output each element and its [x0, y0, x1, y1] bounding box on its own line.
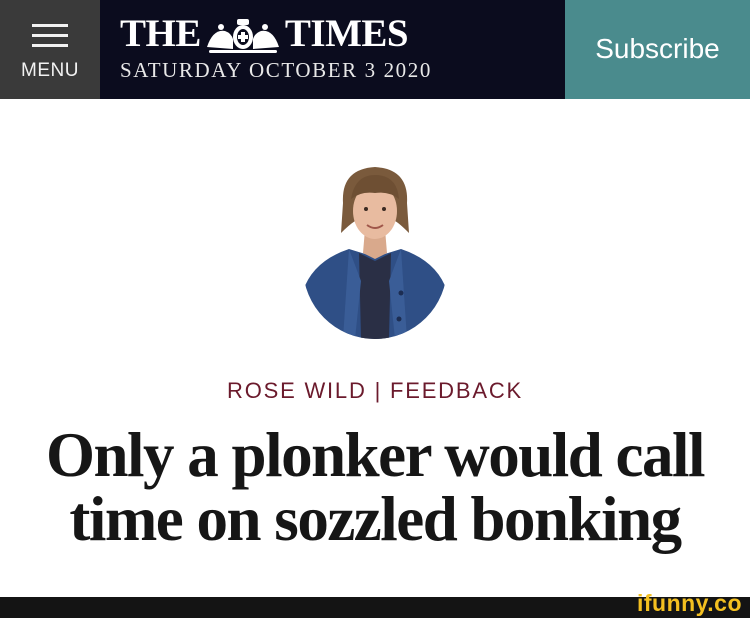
site-header: MENU THE TIMES SATURDAY OCTOBER 3 2020 S… — [0, 0, 750, 99]
crest-icon — [206, 19, 279, 54]
logo-times: TIMES — [284, 12, 409, 55]
issue-date: SATURDAY OCTOBER 3 2020 — [120, 58, 432, 82]
menu-button[interactable]: MENU — [0, 0, 100, 99]
menu-label: MENU — [21, 60, 79, 81]
watermark: ifunny.co — [636, 590, 742, 616]
logo-the: THE — [120, 12, 201, 55]
hamburger-icon[interactable] — [32, 24, 68, 48]
site-logo[interactable]: THE TIMES — [120, 11, 440, 57]
author-avatar — [303, 167, 447, 339]
subscribe-button[interactable]: Subscribe — [565, 0, 750, 99]
masthead: THE TIMES SATURDAY OCTOBER 3 2020 — [100, 0, 565, 99]
author-byline[interactable]: ROSE WILD | FEEDBACK — [0, 378, 750, 404]
article-headline: Only a plonker would call time on sozzle… — [46, 420, 706, 554]
